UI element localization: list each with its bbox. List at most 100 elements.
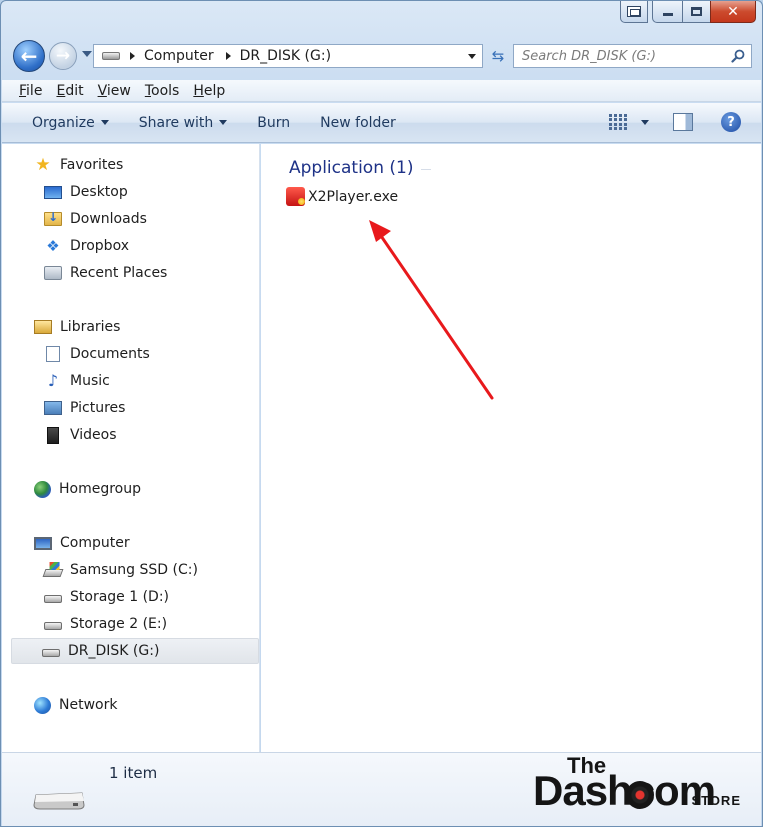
menu-file-label: ile bbox=[26, 82, 43, 99]
group-header-application[interactable]: Application (1) bbox=[289, 158, 432, 178]
search-input[interactable] bbox=[522, 48, 722, 64]
sidebar-item-network[interactable]: Network bbox=[34, 694, 117, 716]
help-icon[interactable]: ? bbox=[721, 112, 741, 132]
forward-button[interactable]: → bbox=[49, 42, 77, 70]
menu-help[interactable]: Help bbox=[193, 83, 225, 99]
minimize-icon bbox=[662, 13, 673, 16]
preview-pane-icon[interactable] bbox=[673, 113, 693, 131]
change-view-icon[interactable] bbox=[609, 113, 629, 131]
sidebar-item-favorites[interactable]: ★ Favorites bbox=[34, 154, 123, 176]
close-button[interactable]: ✕ bbox=[710, 1, 756, 23]
sidebar-item-desktop[interactable]: Desktop bbox=[44, 181, 128, 203]
logo-store-text: STORE bbox=[691, 793, 741, 808]
explorer-window: ✕ ← → Computer DR_DISK (G:) ⇆ File Edit … bbox=[0, 0, 763, 827]
maximize-button[interactable] bbox=[682, 1, 710, 23]
dashcom-store-logo: The Dashcom STORE bbox=[533, 753, 743, 823]
new-folder-button[interactable]: New folder bbox=[320, 115, 396, 131]
refresh-icon: ⇆ bbox=[491, 47, 505, 65]
homegroup-icon bbox=[34, 480, 51, 498]
sidebar-item-label: Documents bbox=[70, 346, 150, 362]
navigation-pane: ★ Favorites Desktop Downloads ❖ Dropbox Re… bbox=[2, 144, 260, 752]
downloads-folder-icon bbox=[44, 210, 62, 226]
sidebar-item-videos[interactable]: Videos bbox=[44, 424, 117, 446]
view-options-dropdown-icon[interactable] bbox=[641, 119, 649, 125]
menu-edit[interactable]: Edit bbox=[56, 83, 83, 99]
sidebar-item-label: Homegroup bbox=[59, 481, 142, 497]
sidebar-item-computer[interactable]: Computer bbox=[34, 532, 130, 554]
menu-bar: File Edit View Tools Help bbox=[2, 80, 761, 102]
computer-icon bbox=[34, 536, 52, 550]
chevron-down-icon bbox=[100, 120, 109, 125]
command-bar-right: ? bbox=[609, 112, 741, 132]
network-icon bbox=[34, 696, 51, 714]
sidebar-item-label: Samsung SSD (C:) bbox=[70, 562, 198, 578]
navigation-row: ← → Computer DR_DISK (G:) ⇆ bbox=[11, 39, 752, 73]
sidebar-item-homegroup[interactable]: Homegroup bbox=[34, 478, 141, 500]
file-name: X2Player.exe bbox=[308, 188, 399, 205]
logo-dashcom-text: Dashcom bbox=[533, 767, 716, 814]
menu-tools[interactable]: Tools bbox=[145, 83, 180, 99]
menu-view[interactable]: View bbox=[98, 83, 131, 99]
snap-button[interactable] bbox=[620, 1, 648, 23]
menu-edit-accelerator: E bbox=[56, 82, 66, 99]
sidebar-item-music[interactable]: ♪ Music bbox=[44, 370, 110, 392]
breadcrumb-separator-icon[interactable] bbox=[130, 52, 135, 60]
sidebar-item-dr-disk[interactable]: DR_DISK (G:) bbox=[11, 638, 259, 664]
organize-button[interactable]: Organize bbox=[32, 115, 109, 131]
sidebar-item-storage-1[interactable]: Storage 1 (D:) bbox=[44, 586, 169, 608]
file-item[interactable]: X2Player.exe bbox=[286, 187, 398, 206]
music-icon: ♪ bbox=[47, 371, 59, 390]
sidebar-item-dropbox[interactable]: ❖ Dropbox bbox=[44, 235, 129, 257]
details-pane: 1 item The Dashcom STORE bbox=[2, 752, 761, 826]
menu-file[interactable]: File bbox=[19, 83, 42, 99]
search-box[interactable] bbox=[513, 44, 752, 68]
share-with-label: Share with bbox=[138, 114, 214, 131]
annotation-arrow-head bbox=[369, 220, 391, 242]
chevron-down-icon bbox=[219, 120, 228, 125]
dropbox-icon: ❖ bbox=[46, 237, 60, 255]
breadcrumb-separator-icon[interactable] bbox=[225, 52, 231, 60]
address-dropdown-icon[interactable] bbox=[468, 54, 476, 59]
pictures-icon bbox=[44, 401, 62, 415]
sidebar-item-storage-2[interactable]: Storage 2 (E:) bbox=[44, 613, 167, 635]
removable-drive-large-icon bbox=[33, 792, 85, 810]
sidebar-item-label: Music bbox=[70, 373, 110, 389]
documents-icon bbox=[46, 346, 60, 362]
menu-help-label: elp bbox=[203, 82, 226, 99]
sidebar-item-pictures[interactable]: Pictures bbox=[44, 397, 125, 419]
breadcrumb-computer[interactable]: Computer bbox=[144, 48, 214, 64]
item-count-status: 1 item bbox=[109, 764, 158, 782]
search-icon[interactable] bbox=[731, 49, 745, 63]
forward-arrow-icon: → bbox=[55, 46, 71, 66]
recent-pages-dropdown-icon[interactable] bbox=[82, 51, 92, 57]
sidebar-item-recent-places[interactable]: Recent Places bbox=[44, 262, 167, 284]
annotation-arrow-shaft bbox=[377, 231, 494, 400]
sidebar-item-label: Dropbox bbox=[70, 238, 129, 254]
sidebar-item-label: Downloads bbox=[70, 211, 147, 227]
sidebar-item-label: Desktop bbox=[70, 184, 128, 200]
share-with-button[interactable]: Share with bbox=[139, 115, 228, 131]
favorites-star-icon: ★ bbox=[35, 155, 51, 175]
sidebar-item-label: Recent Places bbox=[70, 265, 168, 281]
sidebar-item-label: DR_DISK (G:) bbox=[68, 643, 160, 659]
burn-button[interactable]: Burn bbox=[257, 115, 290, 131]
back-button[interactable]: ← bbox=[13, 40, 45, 72]
command-bar: Organize Share with Burn New folder ? bbox=[2, 103, 761, 143]
sidebar-item-documents[interactable]: Documents bbox=[44, 343, 150, 365]
exe-app-icon bbox=[286, 187, 305, 206]
sidebar-item-label: Network bbox=[59, 697, 118, 713]
group-header-label: Application (1) bbox=[289, 158, 414, 178]
file-list-pane: Application (1) X2Player.exe bbox=[261, 144, 761, 752]
sidebar-item-label: Libraries bbox=[60, 319, 121, 335]
sidebar-item-label: Videos bbox=[70, 427, 117, 443]
sidebar-item-samsung-ssd[interactable]: Samsung SSD (C:) bbox=[42, 559, 198, 581]
hard-drive-icon bbox=[44, 622, 62, 630]
refresh-button[interactable]: ⇆ bbox=[487, 44, 509, 68]
breadcrumb-dr-disk[interactable]: DR_DISK (G:) bbox=[240, 48, 331, 64]
camera-lens-icon bbox=[626, 781, 654, 809]
minimize-button[interactable] bbox=[652, 1, 682, 23]
sidebar-item-downloads[interactable]: Downloads bbox=[44, 208, 147, 230]
address-bar[interactable]: Computer DR_DISK (G:) bbox=[93, 44, 483, 68]
sidebar-item-libraries[interactable]: Libraries bbox=[34, 316, 120, 338]
snap-icon bbox=[627, 6, 641, 17]
